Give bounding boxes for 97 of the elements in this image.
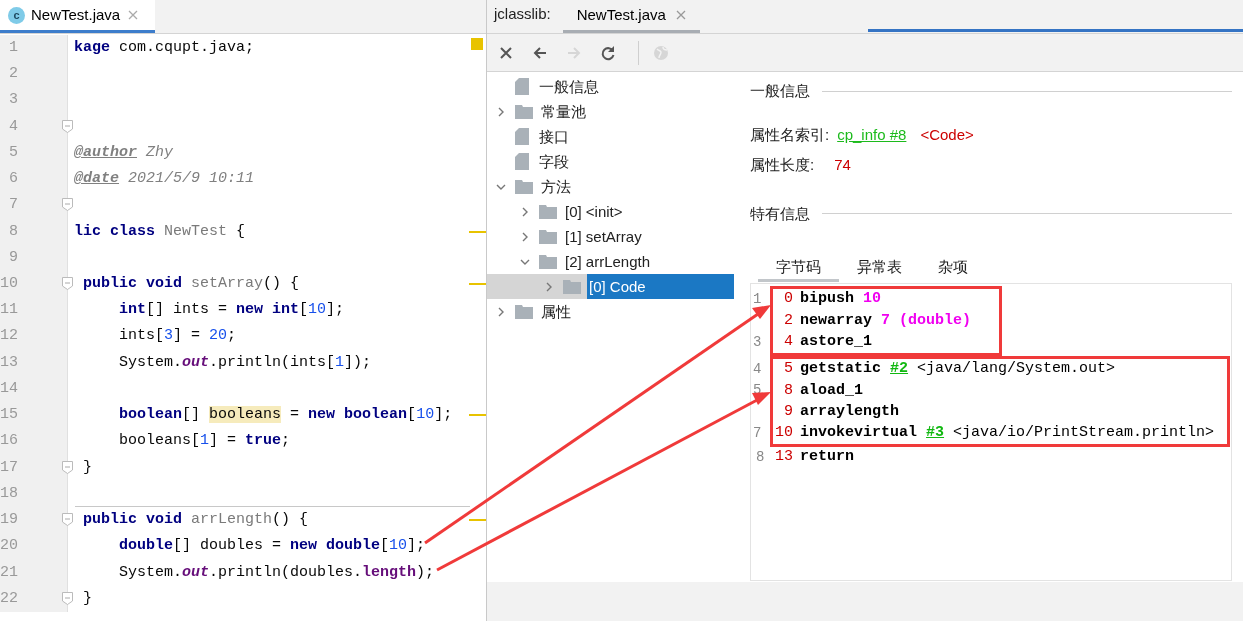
code-line: double[] doubles = new double[10]; [118, 536, 426, 557]
bytecode-offset: 4 [783, 332, 793, 352]
bytecode-instruction: invokevirtual #3 <java/io/PrintStream.println> [800, 423, 1215, 444]
bytecode-tab[interactable]: 杂项 [920, 255, 986, 282]
line-number: 12 [0, 326, 19, 347]
bytecode-tab[interactable]: 异常表 [839, 255, 920, 282]
file-icon [515, 78, 529, 95]
line-number: 6 [8, 169, 19, 190]
code-line: public void arrLength() { [82, 510, 309, 531]
code-line: boolean[] booleans = new boolean[10]; [118, 405, 453, 426]
folder-icon [515, 179, 533, 194]
bytecode-offset: 9 [783, 401, 793, 422]
field-value: 74 [834, 155, 851, 176]
tree-item[interactable]: [1] setArray [487, 224, 734, 249]
bytecode-instruction: arraylength [800, 401, 900, 422]
editor-tab[interactable]: c NewTest.java [0, 0, 155, 33]
bytecode-instruction: return [800, 447, 854, 468]
close-icon [675, 10, 686, 20]
class-icon: c [8, 6, 25, 24]
line-number: 19 [0, 510, 19, 531]
code-line: lic class NewTest { [74, 221, 246, 242]
bytecode-offset: 8 [783, 380, 793, 401]
tree-item[interactable]: 常量池 [487, 99, 734, 124]
line-number: 3 [8, 90, 19, 111]
code-line: public void setArray() { [82, 273, 300, 294]
line-number: 8 [8, 221, 19, 242]
line-number: 9 [8, 247, 19, 268]
globe-icon [653, 44, 669, 61]
line-number: 4 [8, 116, 19, 137]
bytecode-instruction: bipush 10 [800, 289, 882, 310]
bytecode-offset: 0 [783, 289, 793, 310]
line-number: 7 [8, 195, 19, 216]
tree-item[interactable]: [0] Code [487, 274, 734, 299]
line-number: 8 [756, 448, 765, 468]
tree-item[interactable]: 一般信息 [487, 74, 734, 99]
line-number: 16 [0, 431, 19, 452]
line-number: 15 [0, 405, 19, 426]
code-line: } [82, 457, 92, 478]
refresh-icon [600, 44, 616, 61]
bytecode-instruction: getstatic #2 <java/lang/System.out> [800, 359, 1116, 380]
bytecode-offset: 13 [774, 447, 793, 468]
folder-icon [539, 204, 557, 219]
code-line: int[] ints = new int[10]; [118, 300, 345, 321]
code-line: ints[3] = 20; [118, 326, 237, 347]
code-line: System.out.println(ints[1]); [118, 352, 372, 373]
line-number: 13 [0, 352, 19, 373]
code-line: } [82, 588, 92, 609]
bytecode-offset: 2 [783, 310, 793, 331]
section-heading: 一般信息 [750, 81, 810, 101]
back-arrow-icon [532, 44, 548, 61]
line-number: 2 [8, 64, 19, 85]
field-value: <Code> [920, 125, 974, 146]
field-label: 属性长度: [750, 155, 815, 176]
line-number: 10 [0, 273, 19, 294]
code-line: kage com.cqupt.java; [74, 37, 255, 58]
code-line: @date 2021/5/9 10:11 [74, 169, 255, 190]
bytecode-offset: 10 [774, 423, 793, 444]
tree-item[interactable]: 方法 [487, 174, 734, 199]
field-label: 属性名索引: [750, 125, 830, 146]
tree-item[interactable]: [2] arrLength [487, 249, 734, 274]
line-number: 17 [0, 457, 19, 478]
tree-item[interactable]: [0] <init> [487, 199, 734, 224]
tree-item[interactable]: 属性 [487, 299, 734, 324]
folder-icon [539, 254, 557, 269]
line-number: 3 [753, 332, 762, 352]
forward-arrow-icon [566, 44, 582, 61]
bytecode-instruction: aload_1 [800, 380, 863, 401]
bytecode-instruction: newarray 7 (double) [800, 310, 972, 331]
line-number: 11 [0, 300, 19, 321]
line-number: 21 [0, 562, 19, 583]
close-icon [498, 44, 514, 61]
file-icon [515, 153, 529, 170]
line-number: 7 [753, 423, 762, 443]
code-line: System.out.println(doubles.length); [118, 562, 435, 583]
line-number: 18 [0, 483, 19, 504]
folder-icon [563, 279, 581, 294]
code-line: booleans[1] = true; [118, 431, 291, 452]
section-heading: 特有信息 [750, 203, 810, 224]
tree-item[interactable]: 接口 [487, 124, 734, 149]
file-tab[interactable]: NewTest.java [562, 0, 700, 33]
folder-icon [539, 229, 557, 244]
folder-icon [515, 304, 533, 319]
line-number: 5 [8, 142, 19, 163]
line-number: 1 [8, 37, 19, 58]
tree-item[interactable]: 字段 [487, 149, 734, 174]
line-number: 1 [753, 290, 762, 309]
code-line: @author Zhy [74, 142, 174, 163]
folder-icon [515, 104, 533, 119]
line-number: 20 [0, 536, 19, 557]
line-number: 14 [0, 378, 19, 399]
panel-title: jclasslib: [494, 3, 551, 24]
close-icon [128, 10, 139, 20]
bytecode-instruction: astore_1 [800, 332, 872, 352]
bytecode-offset: 5 [783, 359, 793, 380]
line-number: 4 [753, 359, 762, 379]
line-number: 22 [0, 588, 19, 609]
file-icon [515, 128, 529, 145]
